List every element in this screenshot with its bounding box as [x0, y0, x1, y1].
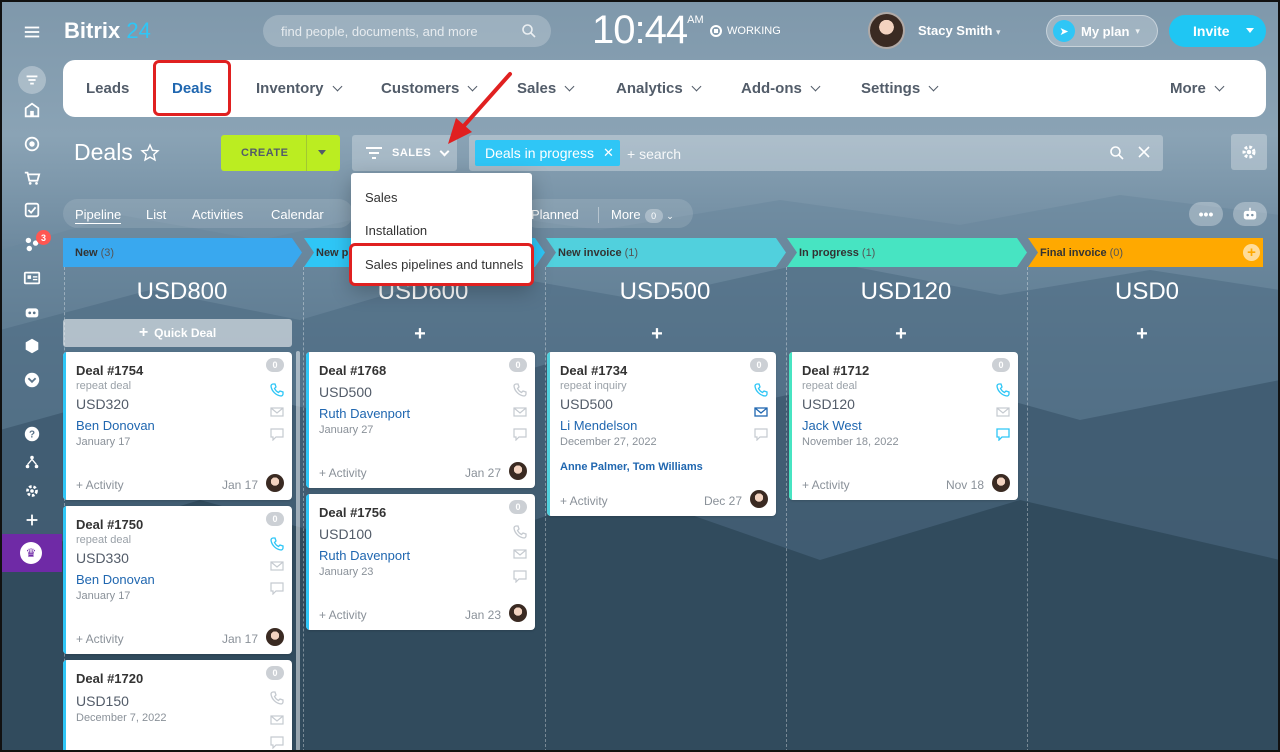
column-count: (0) [1109, 247, 1124, 259]
column-count: (1) [624, 247, 639, 259]
dropdown-item-installation[interactable]: Installation [365, 223, 427, 238]
column-header-new[interactable]: New (3) [63, 238, 114, 267]
add-column-icon[interactable]: + [1243, 244, 1260, 261]
column-header-newp[interactable]: New p [304, 238, 348, 267]
pipelines-highlight [349, 243, 534, 286]
dropdown-item-sales[interactable]: Sales [365, 190, 398, 205]
column-name: Final invoice [1040, 247, 1107, 259]
column-headers [63, 238, 1263, 267]
column-header-in-progress[interactable]: In progress (1) [787, 238, 875, 267]
column-header-new-invoice[interactable]: New invoice (1) [546, 238, 638, 267]
column-header-final-invoice[interactable]: Final invoice (0) [1028, 238, 1123, 267]
column-name: New p [316, 247, 349, 259]
column-count: (1) [861, 247, 876, 259]
column-name: In progress [799, 247, 859, 259]
column-count: (3) [100, 247, 115, 259]
column-name: New invoice [558, 247, 622, 259]
column-name: New [75, 247, 98, 259]
